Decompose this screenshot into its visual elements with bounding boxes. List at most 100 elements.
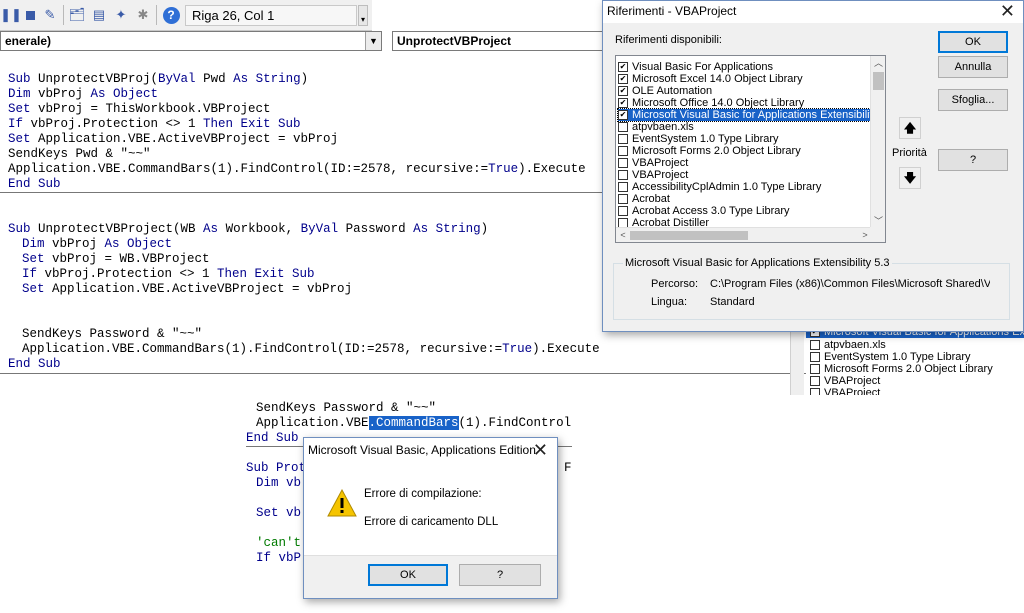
vertical-scrollbar[interactable]: ︿ ﹀ (870, 56, 885, 228)
error-dialog-title: Microsoft Visual Basic, Applications Edi… (308, 443, 536, 457)
checkbox[interactable] (618, 182, 628, 192)
checkbox (810, 375, 820, 386)
error-message: Errore di caricamento DLL (364, 516, 499, 528)
chevron-down-icon[interactable]: ▼ (365, 32, 381, 50)
chevron-left-icon[interactable]: < (616, 228, 630, 242)
checkbox[interactable] (618, 170, 628, 180)
help-button[interactable]: ? (938, 149, 1008, 171)
list-item: VBAProject (810, 386, 880, 395)
code-line: End Sub (8, 357, 61, 371)
scrollbar-corner (870, 227, 885, 242)
object-combo-value: enerale) (5, 34, 52, 48)
object-browser-icon[interactable]: ✦ (112, 6, 130, 24)
code-line: Set Application.VBE.ActiveVBProject = vb… (22, 282, 353, 296)
project-explorer-icon[interactable]: 🗂 (68, 6, 86, 24)
scrollbar-thumb[interactable] (873, 72, 884, 90)
background-references-list: ✔Microsoft Visual Basic for Applications… (806, 325, 1024, 395)
available-references-label: Riferimenti disponibili: (615, 34, 722, 46)
path-value: C:\Program Files (x86)\Common Files\Micr… (710, 278, 990, 290)
close-icon[interactable]: ✕ (533, 440, 548, 460)
selected-reference-group (613, 263, 1010, 320)
ok-button[interactable]: OK (938, 31, 1008, 53)
help-button[interactable]: ? (459, 564, 541, 586)
code-line: Application.VBE.CommandBars(1).FindContr… (22, 342, 600, 356)
code-line: Set vb (256, 506, 302, 520)
toolbar-separator (63, 5, 64, 25)
checkbox[interactable] (618, 134, 628, 144)
toolbox-icon[interactable]: ✱ (134, 6, 152, 24)
close-icon[interactable]: ✕ (1000, 1, 1015, 21)
ok-button[interactable]: OK (368, 564, 448, 586)
code-line: Sub Prot (246, 461, 307, 475)
list-item[interactable]: EventSystem 1.0 Type Library (618, 133, 870, 145)
properties-icon[interactable]: ▤ (90, 6, 108, 24)
references-dialog: Riferimenti - VBAProject ✕ Riferimenti d… (602, 0, 1024, 332)
code-line: Sub UnprotectVBProj(ByVal Pwd As String) (8, 72, 309, 86)
language-value: Standard (710, 296, 755, 308)
list-item[interactable]: Acrobat (618, 193, 870, 205)
code-line: Dim vbProj As Object (8, 87, 159, 101)
stop-icon[interactable] (21, 6, 39, 24)
cursor-position-status: Riga 26, Col 1 (185, 5, 357, 26)
checkbox[interactable]: ✔ (618, 86, 628, 96)
list-item[interactable]: Acrobat Access 3.0 Type Library (618, 205, 870, 217)
scrollbar-thumb[interactable] (630, 231, 748, 240)
checkbox (810, 363, 820, 374)
dialog-title: Riferimenti - VBAProject (607, 4, 737, 18)
chevron-up-icon[interactable]: ︿ (871, 56, 885, 70)
error-dialog: Microsoft Visual Basic, Applications Edi… (303, 437, 558, 599)
code-line: SendKeys Password & "~~" (22, 327, 203, 341)
checkbox[interactable] (618, 146, 628, 156)
list-item[interactable]: ✔ Visual Basic For Applications (618, 61, 870, 73)
code-line: If vbProj.Protection <> 1 Then Exit Sub (8, 117, 301, 131)
checkbox (810, 351, 820, 362)
help-icon[interactable]: ? (162, 6, 180, 24)
background-scrollbar[interactable] (790, 325, 804, 395)
list-item[interactable]: AccessibilityCplAdmin 1.0 Type Library (618, 181, 870, 193)
code-line: SendKeys Pwd & "~~" (8, 147, 151, 161)
arrow-down-icon[interactable]: 🡇 (899, 167, 921, 189)
list-item[interactable]: ✔ Microsoft Office 14.0 Object Library (618, 97, 870, 109)
procedure-combo[interactable]: UnprotectVBProject (392, 31, 604, 51)
checkbox (810, 339, 820, 350)
code-line: If vbProj.Protection <> 1 Then Exit Sub (22, 267, 315, 281)
checkbox[interactable] (618, 158, 628, 168)
list-item[interactable]: Microsoft Forms 2.0 Object Library (618, 145, 870, 157)
code-line: End Sub (8, 177, 61, 191)
code-line: Sub UnprotectVBProject(WB As Workbook, B… (8, 222, 489, 236)
code-line: If vbP (256, 551, 302, 565)
dialog-title-bar[interactable]: Riferimenti - VBAProject ✕ (603, 1, 1023, 23)
checkbox[interactable] (618, 122, 628, 132)
list-item[interactable]: VBAProject (618, 169, 870, 181)
code-line: F (564, 461, 572, 475)
code-line: Application.VBE.CommandBars(1).FindContr… (256, 416, 572, 430)
design-mode-icon[interactable]: ✎ (41, 6, 59, 24)
code-line: Application.VBE.CommandBars(1).FindContr… (8, 162, 586, 176)
procedure-separator (0, 373, 810, 374)
checkbox[interactable]: ✔ (618, 98, 628, 108)
cancel-button[interactable]: Annulla (938, 56, 1008, 78)
code-line: SendKeys Password & "~~" (256, 401, 437, 415)
checkbox[interactable]: ✔ (618, 62, 628, 72)
checkbox[interactable]: ✔ (618, 74, 628, 84)
references-list[interactable]: ✔ Visual Basic For Applications ✔ Microsof… (615, 55, 886, 243)
code-line: Set vbProj = WB.VBProject (22, 252, 210, 266)
object-combo[interactable]: enerale) ▼ (0, 31, 382, 51)
list-item[interactable]: ✔ Microsoft Excel 14.0 Object Library (618, 73, 870, 85)
checkbox[interactable] (618, 194, 628, 204)
language-label: Lingua: (651, 296, 688, 308)
pause-icon[interactable]: ❚❚ (0, 6, 22, 24)
checkbox[interactable] (618, 206, 628, 216)
list-item-selected[interactable]: ✔ Microsoft Visual Basic for Applications… (617, 108, 885, 122)
chevron-down-icon[interactable]: ﹀ (871, 214, 885, 228)
browse-button[interactable]: Sfoglia... (938, 89, 1008, 111)
list-item[interactable]: VBAProject (618, 157, 870, 169)
checkbox[interactable]: ✔ (618, 110, 628, 120)
toolbar-overflow-grip[interactable]: ▾ (358, 5, 368, 26)
list-item[interactable]: atpvbaen.xls (618, 121, 870, 133)
list-item[interactable]: ✔ OLE Automation (618, 85, 870, 97)
arrow-up-icon[interactable]: 🡅 (899, 117, 921, 139)
horizontal-scrollbar[interactable]: < > (616, 227, 872, 242)
procedure-combo-value: UnprotectVBProject (397, 34, 512, 48)
selected-text: .CommandBars (368, 416, 459, 430)
